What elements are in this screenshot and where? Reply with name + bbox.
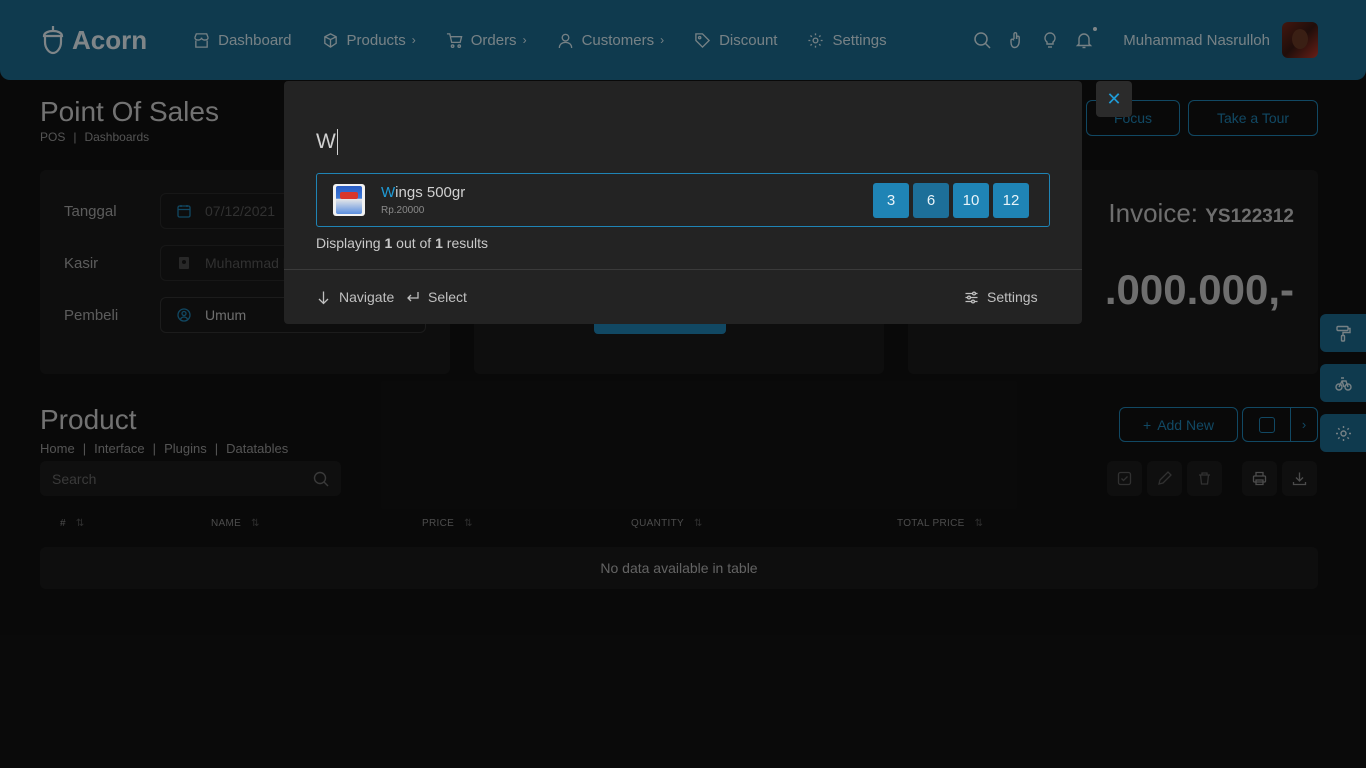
quantity-button[interactable]: 6	[913, 183, 949, 218]
close-modal-button[interactable]: ✕	[1096, 81, 1132, 117]
quantity-buttons: 3 6 10 12	[873, 183, 1029, 218]
close-icon: ✕	[1106, 88, 1122, 109]
result-price: Rp.20000	[381, 205, 425, 216]
search-modal: W Wings 500gr Rp.20000 3 6 10 12 Display…	[284, 81, 1082, 324]
text-caret	[336, 129, 338, 155]
navigate-label: Navigate	[339, 289, 395, 305]
count-shown: 1	[384, 235, 393, 251]
count-suffix: results	[446, 235, 489, 251]
product-thumbnail	[333, 184, 365, 216]
result-name-rest: ings 500gr	[395, 184, 466, 201]
query-text: W	[316, 130, 336, 153]
detergent-package-icon	[336, 186, 362, 214]
search-query-input[interactable]: W	[316, 129, 338, 155]
select-label: Select	[428, 289, 467, 305]
count-mid: out of	[396, 235, 432, 251]
result-name: Wings 500gr	[381, 184, 465, 201]
modal-divider	[284, 269, 1082, 270]
quantity-button[interactable]: 12	[993, 183, 1029, 218]
count-prefix: Displaying	[316, 235, 381, 251]
enter-key-icon	[407, 291, 419, 301]
results-count: Displaying 1 out of 1 results	[316, 235, 488, 251]
settings-label: Settings	[987, 289, 1038, 305]
quantity-button[interactable]: 3	[873, 183, 909, 218]
search-settings-button[interactable]: Settings	[964, 289, 1038, 305]
select-hint: Select	[405, 289, 467, 305]
navigate-hint: Navigate	[316, 289, 394, 305]
sliders-icon	[965, 290, 978, 304]
search-result-item[interactable]: Wings 500gr Rp.20000 3 6 10 12	[316, 173, 1050, 227]
quantity-button[interactable]: 10	[953, 183, 989, 218]
arrow-down-icon	[318, 291, 329, 304]
result-name-highlight: W	[381, 184, 396, 201]
count-total: 1	[435, 235, 443, 251]
